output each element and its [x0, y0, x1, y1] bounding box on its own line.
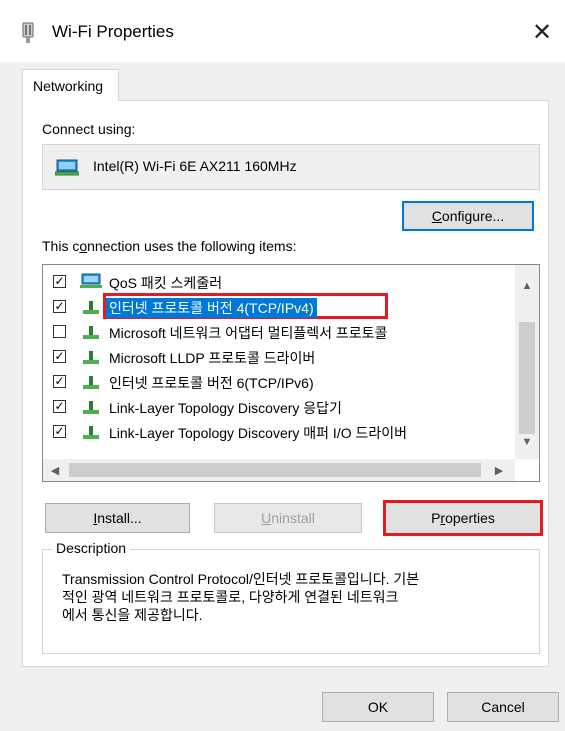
scroll-up-button[interactable]: ▲ — [515, 275, 539, 297]
item-label: QoS 패킷 스케줄러 — [109, 275, 223, 291]
items-label-accel: o — [79, 238, 88, 254]
wifi-adapter-icon — [55, 159, 79, 176]
items-label-pre: This c — [42, 238, 80, 254]
description-line: 에서 통신을 제공합니다. — [62, 607, 203, 623]
list-item[interactable]: ✓ 인터넷 프로토콜 버전 6(TCP/IPv6) — [43, 371, 513, 395]
checkbox[interactable]: ✓ — [53, 275, 66, 288]
properties-label-pre: P — [431, 510, 441, 526]
items-label: This connection uses the following items… — [42, 238, 296, 254]
list-item[interactable]: ✓ Link-Layer Topology Discovery 매퍼 I/O 드… — [43, 421, 513, 445]
horizontal-scrollbar[interactable]: ◀ ▶ — [43, 459, 515, 481]
protocol-icon — [83, 426, 99, 439]
properties-button[interactable]: Pr operties — [383, 500, 543, 536]
horizontal-scroll-thumb[interactable] — [69, 463, 481, 477]
list-item[interactable]: Microsoft 네트워크 어댑터 멀티플렉서 프로토콜 — [43, 321, 513, 345]
install-label-post: nstall... — [97, 510, 142, 526]
protocol-icon — [83, 326, 99, 339]
items-label-post: nnection uses the following items: — [87, 238, 297, 254]
description-line: Transmission Control Protocol/인터넷 프로토콜입니… — [62, 571, 420, 587]
uninstall-button[interactable]: Uninstall — [214, 503, 362, 533]
uninstall-label-accel: U — [261, 510, 272, 526]
chevron-left-icon: ◀ — [50, 464, 60, 477]
chevron-down-icon: ▼ — [521, 436, 533, 448]
connect-using-label: Connect using: — [42, 121, 136, 137]
item-label: Microsoft LLDP 프로토콜 드라이버 — [109, 350, 316, 366]
chevron-up-icon: ▲ — [521, 280, 533, 292]
cancel-button[interactable]: Cancel — [447, 692, 559, 722]
item-label: 인터넷 프로토콜 버전 6(TCP/IPv6) — [109, 375, 314, 391]
scroll-right-button[interactable]: ▶ — [487, 459, 511, 481]
tab-label: Networking — [33, 78, 104, 94]
protocol-icon — [83, 376, 99, 389]
install-button[interactable]: Install... — [45, 503, 190, 533]
title-bar: Wi-Fi Properties ✕ — [0, 0, 565, 62]
item-label: Link-Layer Topology Discovery 응답기 — [109, 400, 342, 416]
list-item[interactable]: ✓ Microsoft LLDP 프로토콜 드라이버 — [43, 346, 513, 370]
adapter-box: Intel(R) Wi-Fi 6E AX211 160MHz — [42, 144, 540, 190]
items-list[interactable]: ✓ QoS 패킷 스케줄러 ✓ 인터넷 프로토콜 버전 4(TCP/IPv4) … — [42, 264, 540, 482]
ok-label: OK — [367, 699, 389, 715]
protocol-icon — [83, 301, 99, 314]
description-text: Transmission Control Protocol/인터넷 프로토콜입니… — [62, 570, 522, 624]
item-label: Link-Layer Topology Discovery 매퍼 I/O 드라이… — [109, 425, 408, 441]
properties-label-post: operties — [445, 510, 495, 526]
ok-button[interactable]: OK — [322, 692, 434, 722]
description-line: 적인 광역 네트워크 프로토콜로, 다양하게 연결된 네트워크 — [62, 589, 399, 605]
configure-button[interactable]: Configure... — [402, 201, 534, 231]
close-icon: ✕ — [531, 18, 553, 46]
list-item[interactable]: ✓ QoS 패킷 스케줄러 — [43, 271, 513, 295]
configure-label-post: onfigure... — [441, 208, 505, 224]
vertical-scrollbar[interactable]: ▲ ▼ — [515, 265, 539, 459]
protocol-icon — [83, 401, 99, 414]
checkbox[interactable]: ✓ — [53, 300, 66, 313]
cancel-label: Cancel — [481, 699, 525, 715]
configure-label-accel: C — [431, 208, 442, 224]
checkbox[interactable]: ✓ — [53, 400, 66, 413]
scroll-down-button[interactable]: ▼ — [515, 431, 539, 453]
network-adapter-icon — [22, 22, 34, 43]
vertical-scroll-thumb[interactable] — [519, 322, 535, 434]
close-button[interactable]: ✕ — [522, 14, 562, 50]
uninstall-label-post: ninstall — [271, 510, 315, 526]
protocol-icon — [83, 351, 99, 364]
window-title: Wi-Fi Properties — [52, 22, 174, 41]
list-item-selected[interactable]: ✓ 인터넷 프로토콜 버전 4(TCP/IPv4) — [43, 293, 513, 320]
adapter-name: Intel(R) Wi-Fi 6E AX211 160MHz — [93, 158, 297, 174]
checkbox[interactable] — [53, 325, 66, 338]
item-label: Microsoft 네트워크 어댑터 멀티플렉서 프로토콜 — [109, 325, 388, 341]
checkbox[interactable]: ✓ — [53, 375, 66, 388]
scroll-left-button[interactable]: ◀ — [43, 459, 67, 481]
item-label: 인터넷 프로토콜 버전 4(TCP/IPv4) — [106, 298, 317, 318]
description-legend: Description — [52, 540, 131, 556]
tab-networking[interactable]: Networking — [22, 69, 119, 101]
checkbox[interactable]: ✓ — [53, 350, 66, 363]
checkbox[interactable]: ✓ — [53, 425, 66, 438]
chevron-right-icon: ▶ — [494, 464, 504, 477]
list-item[interactable]: ✓ Link-Layer Topology Discovery 응답기 — [43, 396, 513, 420]
qos-scheduler-icon — [80, 273, 102, 288]
